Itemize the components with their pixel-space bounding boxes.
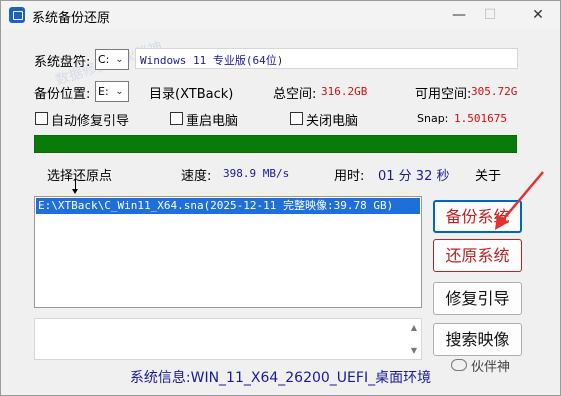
scroll-up-icon[interactable]: ▲ xyxy=(411,323,417,332)
select-restore-point-label: 选择还原点 xyxy=(47,169,113,184)
restart-checkbox[interactable] xyxy=(170,112,183,125)
snap-label: Snap: xyxy=(417,112,449,125)
system-version-text: Windows 11 专业版(64位) xyxy=(140,54,284,67)
window-title: 系统备份还原 xyxy=(32,11,111,26)
system-disk-value: C: xyxy=(98,53,110,66)
repair-boot-button[interactable]: 修复引导 xyxy=(433,282,522,315)
restore-point-list[interactable]: E:\XTBack\C_Win11_X64.sna(2025-12-11 完整映… xyxy=(34,196,422,308)
restore-system-button[interactable]: 还原系统 xyxy=(433,239,522,272)
app-icon xyxy=(9,7,25,23)
annotation-arrow xyxy=(495,171,544,230)
auto-repair-checkbox[interactable] xyxy=(35,112,48,125)
shutdown-label[interactable]: 关闭电脑 xyxy=(306,110,358,129)
backup-location-select[interactable]: E: ⌄ xyxy=(95,81,129,102)
scroll-down-icon[interactable]: ▼ xyxy=(411,346,417,355)
elapsed-time-label: 用时: xyxy=(334,169,365,184)
brand-watermark: 伙伴神 xyxy=(471,360,511,375)
total-space-value: 316.2GB xyxy=(321,85,368,98)
close-button[interactable]: ✕ xyxy=(525,4,551,26)
system-version-field: Windows 11 专业版(64位) xyxy=(135,48,518,69)
snap-value: 1.501675 xyxy=(454,112,507,125)
log-area[interactable]: ▲ ▼ xyxy=(34,318,422,360)
available-space-label: 可用空间: xyxy=(415,87,472,102)
restart-label[interactable]: 重启电脑 xyxy=(186,110,238,129)
chevron-down-icon: ⌄ xyxy=(115,54,124,65)
directory-label: 目录(XTBack) xyxy=(149,87,234,102)
speed-value: 398.9 MB/s xyxy=(223,167,290,180)
system-disk-select[interactable]: C: ⌄ xyxy=(95,49,129,70)
speed-label: 速度: xyxy=(181,169,212,184)
main-window: 系统备份还原 — ☐ ✕ 数据修复 · 伙伴神 系统盘符: C: ⌄ Windo… xyxy=(0,0,561,396)
arrow-down-icon xyxy=(72,179,78,194)
backup-location-value: E: xyxy=(98,85,109,98)
elapsed-time-value: 01 分 32 秒 xyxy=(378,169,450,184)
available-space-value: 305.72G xyxy=(471,85,518,98)
system-disk-label: 系统盘符: xyxy=(34,55,91,70)
maximize-button: ☐ xyxy=(483,7,497,23)
progress-bar xyxy=(34,135,517,153)
chat-bubble-icon xyxy=(451,359,467,371)
auto-repair-label[interactable]: 自动修复引导 xyxy=(51,110,129,129)
search-image-button[interactable]: 搜索映像 xyxy=(433,323,522,356)
minimize-button[interactable]: — xyxy=(446,4,472,26)
shutdown-checkbox[interactable] xyxy=(290,112,303,125)
backup-location-label: 备份位置: xyxy=(34,87,91,102)
list-item[interactable]: E:\XTBack\C_Win11_X64.sna(2025-12-11 完整映… xyxy=(36,198,420,214)
total-space-label: 总空间: xyxy=(273,87,317,102)
chevron-down-icon: ⌄ xyxy=(115,86,124,97)
title-bar[interactable]: 系统备份还原 — ☐ ✕ xyxy=(1,1,560,29)
